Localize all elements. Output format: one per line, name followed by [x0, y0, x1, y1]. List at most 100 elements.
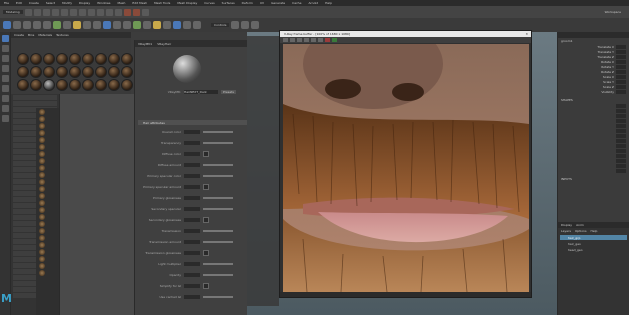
channel-attr-value[interactable] [616, 104, 626, 108]
attribute-value-field[interactable] [184, 284, 200, 288]
shelf-cylinder-icon[interactable] [23, 21, 31, 29]
channel-attr-value[interactable] [616, 154, 626, 158]
channel-row[interactable] [561, 144, 626, 148]
save-scene-icon[interactable] [42, 8, 50, 16]
texture-thumbnail[interactable] [39, 207, 45, 213]
shelf-group-icon[interactable] [113, 21, 121, 29]
select-component-icon[interactable] [87, 8, 95, 16]
channel-attr-value[interactable] [616, 50, 626, 54]
render-icon[interactable] [123, 8, 131, 16]
material-swatch[interactable] [17, 53, 29, 65]
texture-thumbnail[interactable] [39, 137, 45, 143]
channel-row[interactable] [561, 109, 626, 113]
texture-thumbnail[interactable] [39, 263, 45, 269]
clear-image-icon[interactable] [304, 38, 309, 42]
lens-effects-icon[interactable] [318, 38, 323, 42]
channel-row[interactable] [561, 104, 626, 108]
menu-item[interactable]: Modify [62, 1, 72, 5]
texture-thumbnail[interactable] [39, 228, 45, 234]
hypershade-tab[interactable]: Textures [56, 33, 69, 37]
attribute-value-field[interactable] [184, 295, 200, 299]
shelf-proxy-icon[interactable] [193, 21, 201, 29]
attribute-slider[interactable] [203, 230, 233, 232]
channel-attr-value[interactable] [616, 169, 626, 173]
attribute-slider[interactable] [203, 241, 233, 243]
material-swatch[interactable] [121, 66, 133, 78]
attribute-slider[interactable] [203, 263, 233, 265]
shelf-hair-icon[interactable] [133, 21, 141, 29]
outliner-row[interactable] [13, 101, 57, 106]
channel-row[interactable]: Translate Z [561, 55, 626, 59]
attribute-value-field[interactable] [184, 262, 200, 266]
menu-item[interactable]: Display [79, 1, 90, 5]
attribute-value-field[interactable] [184, 229, 200, 233]
texture-thumbnail[interactable] [39, 256, 45, 262]
material-swatch[interactable] [108, 66, 120, 78]
texture-thumbnail[interactable] [39, 179, 45, 185]
channel-attr-value[interactable] [616, 109, 626, 113]
material-swatch[interactable] [56, 66, 68, 78]
texture-thumbnail[interactable] [39, 270, 45, 276]
stop-render-icon[interactable] [325, 38, 330, 42]
menu-item[interactable]: Arnold [308, 1, 318, 5]
attribute-slider[interactable] [203, 164, 233, 166]
menu-item[interactable]: Windows [97, 1, 110, 5]
channel-attr-value[interactable] [616, 85, 626, 89]
select-tool-icon[interactable] [2, 35, 9, 42]
texture-thumbnail[interactable] [39, 214, 45, 220]
menu-item[interactable]: Mesh [118, 1, 126, 5]
layer-tab[interactable]: Anim [576, 223, 584, 227]
channel-attr-value[interactable] [616, 164, 626, 168]
texture-thumbnail[interactable] [39, 109, 45, 115]
attribute-checkbox[interactable] [203, 151, 209, 157]
channel-row[interactable]: Rotate Z [561, 70, 626, 74]
channel-attr-value[interactable] [616, 124, 626, 128]
shelf-dome-icon[interactable] [183, 21, 191, 29]
scale-tool-icon[interactable] [2, 85, 9, 92]
channel-attr-value[interactable] [616, 55, 626, 59]
channel-row[interactable]: Scale Y [561, 80, 626, 84]
channel-attr-value[interactable] [616, 60, 626, 64]
channel-attr-value[interactable] [616, 159, 626, 163]
rotate-tool-icon[interactable] [2, 75, 9, 82]
layer-row[interactable]: hair_grp [560, 235, 627, 240]
hypershade-tab[interactable]: Bins [28, 33, 34, 37]
shelf-deform-icon[interactable] [123, 21, 131, 29]
material-swatch[interactable] [17, 79, 29, 91]
shelf-tab-active[interactable]: Controls [211, 23, 230, 27]
material-swatch[interactable] [43, 79, 55, 91]
channel-row[interactable] [561, 164, 626, 168]
shelf-render-icon[interactable] [153, 21, 161, 29]
ae-tab[interactable]: VRayHair [157, 42, 171, 46]
menu-item[interactable]: Mesh Tools [154, 1, 170, 5]
channel-attr-value[interactable] [616, 134, 626, 138]
hypershade-tab[interactable]: Create [14, 33, 24, 37]
attribute-value-field[interactable] [184, 207, 200, 211]
shelf-material-icon[interactable] [103, 21, 111, 29]
presets-button[interactable]: Presets [221, 90, 236, 94]
menu-item[interactable]: Select [46, 1, 55, 5]
shelf-camera-icon[interactable] [63, 21, 71, 29]
material-swatch[interactable] [69, 79, 81, 91]
menu-item[interactable]: Generate [271, 1, 285, 5]
menu-item[interactable]: File [4, 1, 9, 5]
layout-two-icon[interactable] [2, 115, 9, 122]
texture-thumbnail[interactable] [39, 130, 45, 136]
channel-attr-value[interactable] [616, 90, 626, 94]
channel-row[interactable] [561, 114, 626, 118]
texture-thumbnail[interactable] [39, 116, 45, 122]
menu-item[interactable]: Create [29, 1, 39, 5]
attribute-checkbox[interactable] [203, 250, 209, 256]
material-name-field[interactable]: HairNEXT_Dark [184, 90, 218, 94]
attribute-value-field[interactable] [184, 163, 200, 167]
material-swatch[interactable] [82, 53, 94, 65]
layout-single-icon[interactable] [2, 95, 9, 102]
attribute-value-field[interactable] [184, 251, 200, 255]
workspace-label[interactable]: Workspace [605, 10, 621, 14]
shelf-script-icon[interactable] [143, 21, 151, 29]
channel-attr-value[interactable] [616, 139, 626, 143]
channel-attr-value[interactable] [616, 80, 626, 84]
texture-thumbnail[interactable] [39, 242, 45, 248]
texture-thumbnail[interactable] [39, 151, 45, 157]
render-start-icon[interactable] [332, 38, 337, 42]
